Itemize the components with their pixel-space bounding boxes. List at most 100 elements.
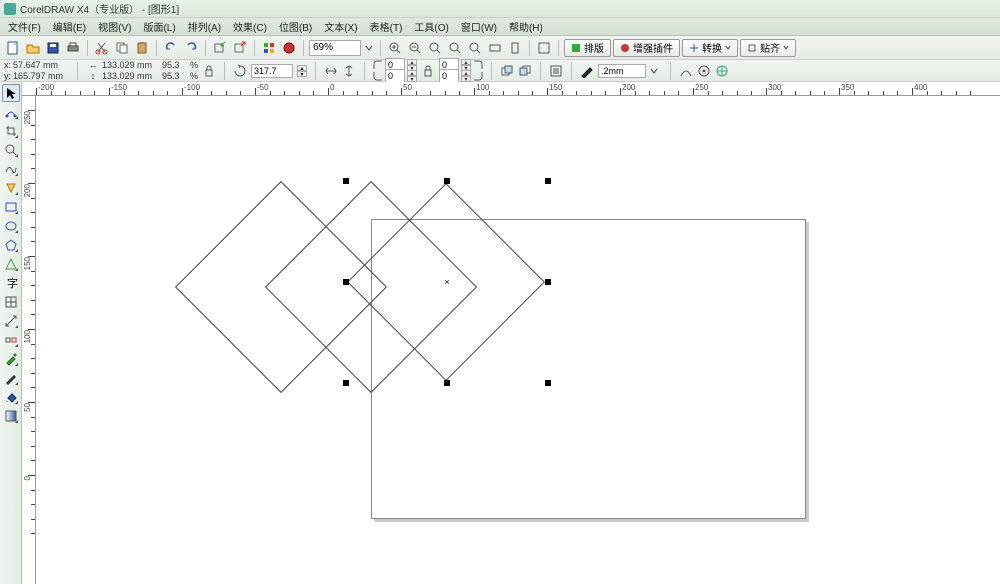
menu-view[interactable]: 视图(V) — [92, 17, 137, 36]
selection-center-mark[interactable]: × — [443, 278, 451, 286]
menu-layout[interactable]: 版面(L) — [137, 17, 181, 36]
zoom-selection-icon[interactable] — [426, 39, 444, 57]
app-launcher-icon[interactable] — [260, 39, 278, 57]
selection-handle-bm[interactable] — [444, 380, 450, 386]
scale-y-value[interactable]: 95.3 — [162, 71, 188, 81]
copy-icon[interactable] — [113, 39, 131, 57]
fill-tool[interactable] — [2, 388, 20, 406]
zoom-out-icon[interactable] — [406, 39, 424, 57]
pick-tool[interactable] — [2, 84, 20, 102]
undo-icon[interactable] — [162, 39, 180, 57]
spinner[interactable]: ▴▾ — [407, 70, 417, 82]
x-label: x: — [4, 60, 11, 70]
convert-curves-icon[interactable] — [679, 64, 693, 78]
table-tool[interactable] — [2, 293, 20, 311]
rotation-input[interactable] — [251, 64, 293, 78]
selection-handle-br[interactable] — [545, 380, 551, 386]
options-icon[interactable] — [697, 64, 711, 78]
selection-handle-tl[interactable] — [343, 178, 349, 184]
welcome-icon[interactable] — [280, 39, 298, 57]
menu-bitmap[interactable]: 位图(B) — [273, 17, 318, 36]
web-icon[interactable] — [715, 64, 729, 78]
save-icon[interactable] — [44, 39, 62, 57]
redo-icon[interactable] — [182, 39, 200, 57]
selection-handle-ml[interactable] — [343, 279, 349, 285]
selection-handle-mr[interactable] — [545, 279, 551, 285]
eyedropper-tool[interactable] — [2, 350, 20, 368]
outline-width-input[interactable] — [598, 64, 646, 78]
separator — [205, 40, 206, 56]
selection-handle-tm[interactable] — [444, 178, 450, 184]
mirror-v-icon[interactable] — [342, 64, 356, 78]
new-icon[interactable] — [4, 39, 22, 57]
zoom-level-input[interactable] — [309, 40, 361, 56]
corner-br-input[interactable] — [439, 69, 459, 83]
zoom-width-icon[interactable] — [486, 39, 504, 57]
crop-tool[interactable] — [2, 122, 20, 140]
vertical-ruler[interactable]: 250200150100500 — [22, 96, 36, 584]
menu-tools[interactable]: 工具(O) — [408, 17, 454, 36]
separator — [364, 62, 365, 80]
selection-handle-bl[interactable] — [343, 380, 349, 386]
polygon-tool[interactable] — [2, 236, 20, 254]
text-tool[interactable]: 字 — [2, 274, 20, 292]
menu-edit[interactable]: 编辑(E) — [47, 17, 92, 36]
freehand-tool[interactable] — [2, 160, 20, 178]
rotation-spinner[interactable]: ▴▾ — [297, 65, 307, 77]
to-front-icon[interactable] — [500, 64, 514, 78]
basic-shapes-tool[interactable] — [2, 255, 20, 273]
corner-bl-input[interactable] — [385, 69, 405, 83]
menu-file[interactable]: 文件(F) — [2, 17, 47, 36]
menu-effects[interactable]: 效果(C) — [227, 17, 273, 36]
import-icon[interactable] — [211, 39, 229, 57]
corner-br-icon — [473, 71, 483, 81]
print-icon[interactable] — [64, 39, 82, 57]
fullscreen-icon[interactable] — [535, 39, 553, 57]
spinner[interactable]: ▴▾ — [461, 70, 471, 82]
scale-x-value[interactable]: 95.3 — [162, 60, 188, 70]
snap-button[interactable]: 贴齐 — [740, 39, 796, 57]
zoom-in-icon[interactable] — [386, 39, 404, 57]
mirror-h-icon[interactable] — [324, 64, 338, 78]
width-value[interactable]: 133.029 mm — [102, 60, 158, 70]
height-value[interactable]: 133.029 mm — [102, 71, 158, 81]
canvas[interactable]: × — [36, 96, 1000, 584]
snap-label: 贴齐 — [760, 40, 780, 55]
zoom-all-icon[interactable] — [446, 39, 464, 57]
zoom-height-icon[interactable] — [506, 39, 524, 57]
cut-icon[interactable] — [93, 39, 111, 57]
menu-arrange[interactable]: 排列(A) — [182, 17, 227, 36]
typeset-button[interactable]: 排版 — [564, 39, 611, 57]
outline-tool[interactable] — [2, 369, 20, 387]
interactive-blend-tool[interactable] — [2, 331, 20, 349]
paste-icon[interactable] — [133, 39, 151, 57]
to-back-icon[interactable] — [518, 64, 532, 78]
horizontal-ruler[interactable]: -200-150-100-50050100150200250300350400 — [22, 82, 1000, 96]
menu-help[interactable]: 帮助(H) — [503, 17, 549, 36]
enhance-label: 增强插件 — [633, 40, 673, 55]
menu-text[interactable]: 文本(X) — [318, 17, 363, 36]
rectangle-tool[interactable] — [2, 198, 20, 216]
interactive-fill-tool[interactable] — [2, 407, 20, 425]
zoom-tool[interactable] — [2, 141, 20, 159]
menu-window[interactable]: 窗口(W) — [455, 17, 503, 36]
zoom-page-icon[interactable] — [466, 39, 484, 57]
outline-dropdown-icon[interactable] — [650, 67, 662, 75]
corner-lock-icon[interactable] — [421, 64, 435, 78]
y-value[interactable]: 165.797 mm — [13, 71, 69, 81]
zoom-dropdown-icon[interactable] — [363, 39, 375, 57]
enhance-plugin-button[interactable]: 增强插件 — [613, 39, 680, 57]
menu-table[interactable]: 表格(T) — [364, 17, 409, 36]
convert-button[interactable]: 转换 — [682, 39, 738, 57]
open-icon[interactable] — [24, 39, 42, 57]
export-icon[interactable] — [231, 39, 249, 57]
separator — [303, 40, 304, 56]
ellipse-tool[interactable] — [2, 217, 20, 235]
selection-handle-tr[interactable] — [545, 178, 551, 184]
wrap-text-icon[interactable] — [549, 64, 563, 78]
shape-tool[interactable] — [2, 103, 20, 121]
lock-ratio-icon[interactable] — [202, 64, 216, 78]
smart-fill-tool[interactable] — [2, 179, 20, 197]
dimension-tool[interactable] — [2, 312, 20, 330]
x-value[interactable]: 57.647 mm — [13, 60, 69, 70]
